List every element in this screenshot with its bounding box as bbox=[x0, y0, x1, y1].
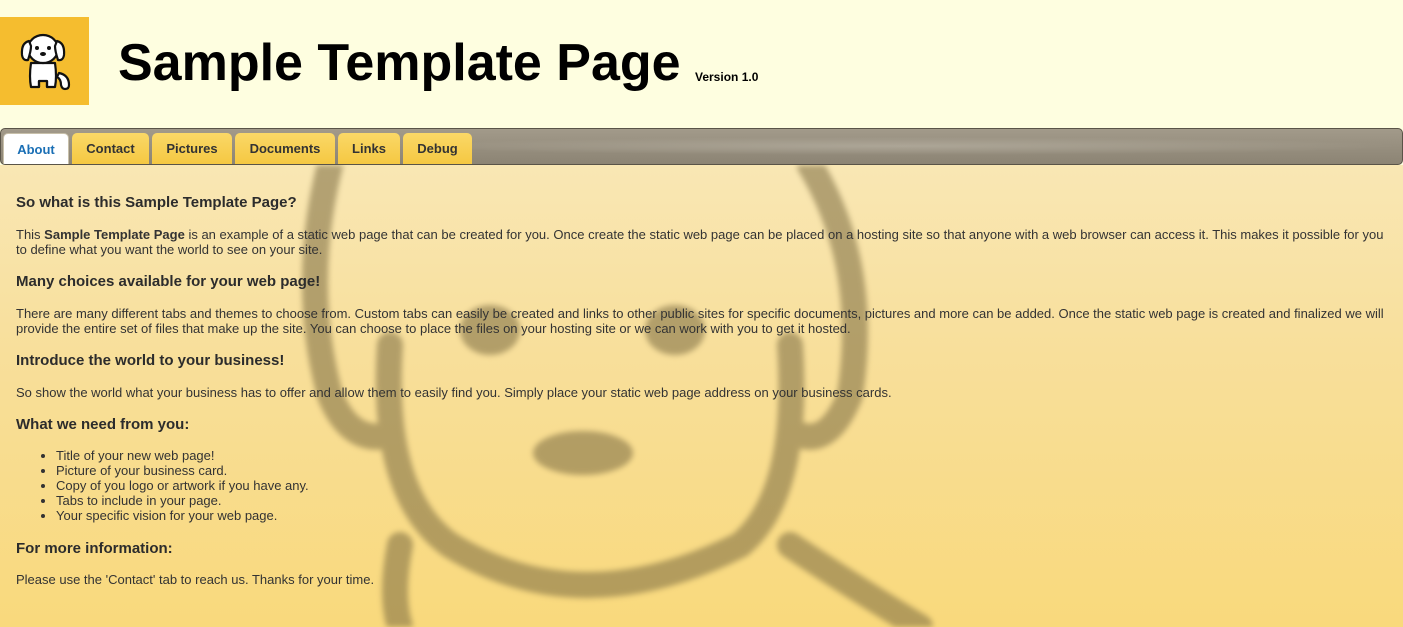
tab-contact[interactable]: Contact bbox=[72, 133, 149, 164]
section-heading-choices: Many choices available for your web page… bbox=[16, 273, 321, 290]
needs-list: Title of your new web page! Picture of y… bbox=[16, 448, 309, 523]
tab-about[interactable]: About bbox=[3, 133, 69, 164]
intro-paragraph: This Sample Template Page is an example … bbox=[16, 227, 1388, 257]
list-item: Tabs to include in your page. bbox=[56, 493, 309, 508]
tab-pictures[interactable]: Pictures bbox=[152, 133, 232, 164]
list-item: Title of your new web page! bbox=[56, 448, 309, 463]
tab-bar-sheen bbox=[401, 137, 1401, 155]
more-info-paragraph: Please use the 'Contact' tab to reach us… bbox=[16, 572, 375, 587]
main-content: So what is this Sample Template Page? Th… bbox=[0, 165, 1403, 627]
introduce-paragraph: So show the world what your business has… bbox=[16, 385, 892, 400]
tab-bar: About Contact Pictures Documents Links D… bbox=[0, 128, 1403, 165]
section-heading-needs: What we need from you: bbox=[16, 416, 190, 433]
page-title: Sample Template Page bbox=[118, 34, 681, 92]
intro-post: is an example of a static web page that … bbox=[16, 227, 1384, 257]
tab-links[interactable]: Links bbox=[338, 133, 400, 164]
section-heading-more-info: For more information: bbox=[16, 540, 173, 557]
page-header: Sample Template Page Version 1.0 bbox=[0, 0, 1403, 128]
version-label: Version 1.0 bbox=[695, 70, 759, 84]
choices-paragraph: There are many different tabs and themes… bbox=[16, 306, 1384, 336]
intro-bold: Sample Template Page bbox=[44, 227, 185, 242]
list-item: Copy of you logo or artwork if you have … bbox=[56, 478, 309, 493]
dog-icon bbox=[20, 33, 70, 91]
logo bbox=[0, 17, 89, 105]
section-heading-what: So what is this Sample Template Page? bbox=[16, 194, 297, 211]
section-heading-introduce: Introduce the world to your business! bbox=[16, 352, 285, 369]
list-item: Your specific vision for your web page. bbox=[56, 508, 309, 523]
list-item: Picture of your business card. bbox=[56, 463, 309, 478]
tab-debug[interactable]: Debug bbox=[403, 133, 472, 164]
intro-pre: This bbox=[16, 227, 45, 242]
tab-documents[interactable]: Documents bbox=[235, 133, 335, 164]
